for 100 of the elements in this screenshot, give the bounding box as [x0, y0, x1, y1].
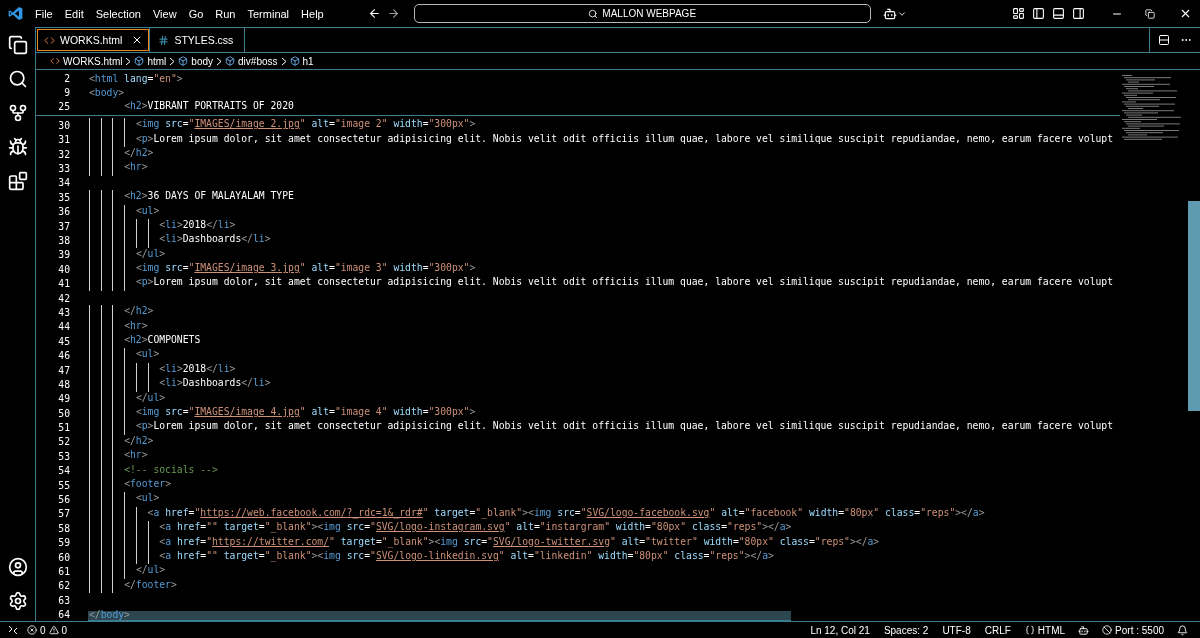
- code-line: </footer>: [89, 578, 177, 594]
- scrollbar-thumb[interactable]: [88, 611, 791, 621]
- menu-item[interactable]: Go: [182, 7, 210, 20]
- indentation[interactable]: Spaces: 2: [878, 624, 934, 636]
- error-icon: [27, 625, 37, 635]
- warning-icon: [48, 625, 59, 635]
- braces-icon: [1024, 625, 1035, 635]
- cursor-position[interactable]: Ln 12, Col 21: [805, 624, 875, 636]
- code-line: </h2>: [89, 305, 154, 320]
- code-line: <h2>COMPONETS: [89, 334, 201, 349]
- line-number: 45: [57, 335, 70, 347]
- files-icon[interactable]: [7, 35, 28, 55]
- line-number: 42: [57, 292, 70, 304]
- breadcrumb[interactable]: WORKS.html: [63, 55, 123, 67]
- code-line: <h2>VIBRANT PORTRAITS OF 2020: [123, 99, 294, 113]
- editor-tab[interactable]: WORKS.html: [36, 28, 151, 52]
- line-number: 38: [57, 235, 70, 246]
- file-link[interactable]: SVG/logo-linkedin.svg: [375, 549, 499, 565]
- menu-item[interactable]: File: [29, 7, 59, 20]
- line-number: 37: [57, 220, 70, 232]
- menu-item[interactable]: Help: [295, 7, 330, 20]
- code-line: <ul>: [89, 204, 160, 219]
- code-line: <ul>: [89, 492, 160, 507]
- line-number: 36: [57, 206, 70, 218]
- split-editor-icon[interactable]: [1158, 34, 1170, 46]
- close-icon[interactable]: [1179, 7, 1192, 20]
- blocks-icon[interactable]: [7, 171, 28, 191]
- left-panel-icon[interactable]: [1032, 7, 1045, 20]
- menu-item[interactable]: Edit: [58, 7, 90, 20]
- file-link[interactable]: https://twitter.com/: [212, 535, 330, 550]
- code-line: <hr>: [89, 161, 148, 176]
- breadcrumb[interactable]: div#boss: [238, 55, 278, 67]
- code-line: <!-- socials -->: [89, 463, 218, 478]
- restore-icon[interactable]: [1145, 8, 1155, 19]
- code-line: <li>2018</li>: [89, 362, 236, 378]
- code-line: <html lang="en">: [89, 72, 183, 84]
- line-number: 51: [57, 422, 70, 434]
- breadcrumb[interactable]: body: [191, 55, 214, 67]
- branch-icon[interactable]: [7, 103, 28, 123]
- code-line: <hr>: [89, 449, 148, 464]
- breadcrumb[interactable]: h1: [302, 55, 314, 67]
- cube-icon: [134, 56, 145, 66]
- code-icon: [50, 56, 60, 66]
- menu-item[interactable]: Terminal: [241, 7, 296, 20]
- remote-icon[interactable]: [8, 625, 18, 635]
- problems-indicator[interactable]: 0 0: [22, 624, 73, 636]
- code-line: </body>: [89, 609, 130, 621]
- port-status[interactable]: Port : 5500: [1097, 624, 1169, 636]
- file-link[interactable]: IMAGES/image 2.jpg: [194, 118, 300, 133]
- robot-icon[interactable]: [882, 6, 897, 21]
- forward-arrow-icon[interactable]: [386, 7, 400, 20]
- bug-icon[interactable]: [7, 137, 28, 157]
- line-number: 40: [57, 263, 70, 275]
- back-arrow-icon[interactable]: [367, 7, 381, 20]
- line-number: 55: [57, 479, 70, 491]
- file-link[interactable]: SVG/logo-instagram.svg: [375, 521, 505, 536]
- encoding[interactable]: UTF-8: [937, 624, 976, 636]
- file-link[interactable]: SVG/logo-facebook.svg: [586, 506, 710, 522]
- line-number: 34: [57, 177, 70, 189]
- code-line: </h2>: [89, 434, 154, 450]
- line-number: 60: [57, 551, 70, 563]
- breadcrumb[interactable]: html: [147, 55, 167, 67]
- editor-tab[interactable]: STYLES.css: [150, 28, 246, 52]
- chevron-right-icon: [169, 56, 176, 66]
- line-number: 41: [57, 278, 70, 290]
- right-panel-icon[interactable]: [1072, 7, 1085, 20]
- code-line: <img src="IMAGES/image 2.jpg" alt="image 2" width="300px">: [89, 118, 476, 133]
- layout-icon[interactable]: [1012, 7, 1025, 20]
- menu-item[interactable]: View: [146, 7, 183, 20]
- line-number: 49: [57, 393, 70, 405]
- line-number: 58: [57, 522, 70, 534]
- menu-item[interactable]: Selection: [89, 7, 147, 20]
- code-line: <hr>: [89, 319, 148, 335]
- bottom-panel-icon[interactable]: [1052, 7, 1065, 20]
- file-link[interactable]: https://web.facebook.com/?_rdc=1&_rdr#: [200, 506, 423, 522]
- file-link[interactable]: IMAGES/image 4.jpg: [194, 406, 300, 421]
- line-ending[interactable]: CRLF: [979, 624, 1016, 636]
- line-number: 30: [57, 119, 70, 131]
- code-line: <a href="https://twitter.com/" target="_blank"><img src="SVG/logo-twitter.svg" alt="twitter" width="80px" class="reps"></a>: [89, 535, 880, 550]
- code-line: <li>Dashboards</li>: [89, 233, 271, 248]
- line-number: 33: [57, 163, 70, 175]
- file-link[interactable]: IMAGES/image 3.jpg: [194, 262, 300, 277]
- line-number: 32: [57, 148, 70, 160]
- search-icon[interactable]: [7, 69, 28, 89]
- line-number: 64: [57, 609, 70, 621]
- command-center-field[interactable]: MALLON WEBPAGE: [413, 4, 871, 23]
- code-line: <img src="IMAGES/image 3.jpg" alt="image 3" width="300px">: [89, 262, 476, 277]
- line-number: 35: [57, 191, 70, 203]
- line-number: 59: [57, 537, 70, 549]
- line-number: 62: [57, 580, 70, 592]
- account-icon[interactable]: [7, 557, 28, 577]
- language-mode[interactable]: HTML: [1019, 624, 1071, 636]
- settings-icon[interactable]: [7, 591, 28, 611]
- line-number: 9: [63, 87, 70, 99]
- code-line: <footer>: [89, 477, 171, 493]
- code-line: <a href="" target="_blank"><img src="SVG/logo-linkedin.svg" alt="linkedin" width="80px" class="reps"></a>: [89, 549, 774, 565]
- code-line: <p>Lorem ipsum dolor, sit amet consectetur adipisicing elit. Nobis velit odit officiis illum quae, labore vel similique suscipit repudiandae, nemo, earum facere volupt: [89, 132, 1114, 147]
- file-link[interactable]: SVG/logo-twitter.svg: [492, 535, 610, 550]
- scrollbar-thumb[interactable]: [1188, 201, 1200, 411]
- menu-item[interactable]: Run: [209, 7, 242, 20]
